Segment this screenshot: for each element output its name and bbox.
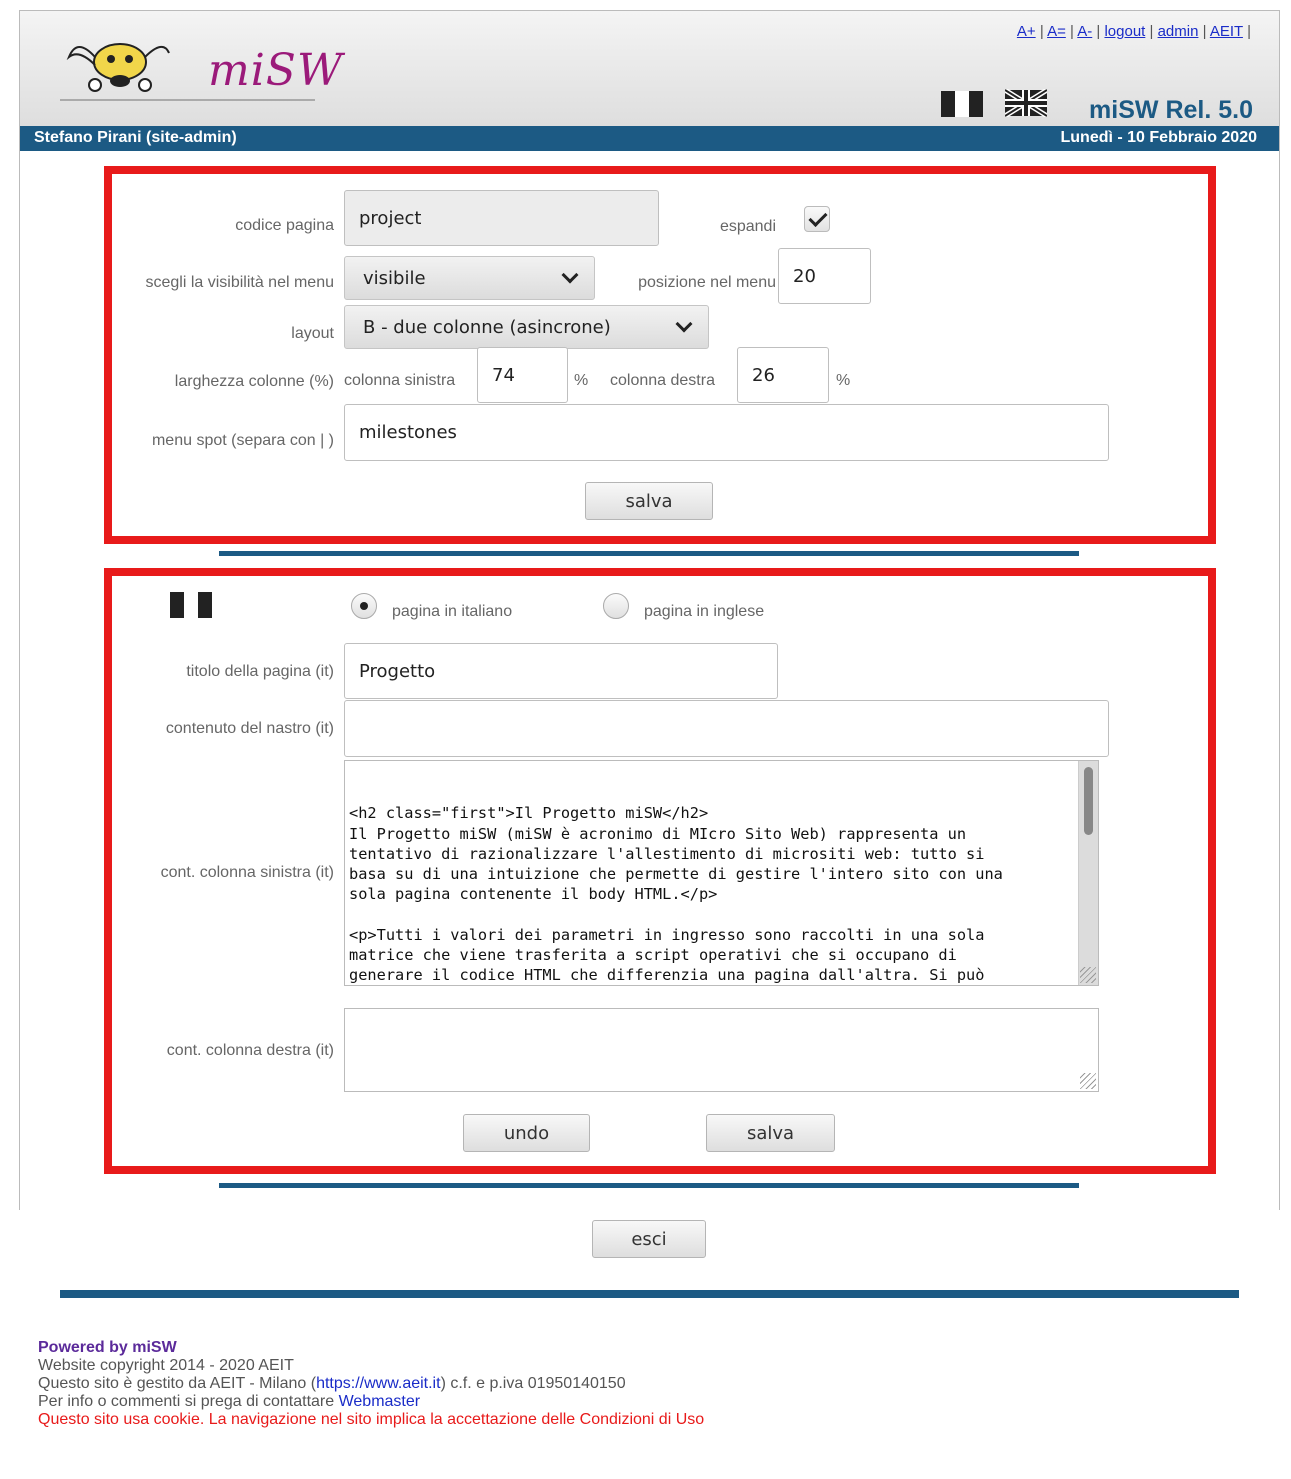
- logout-link[interactable]: logout: [1104, 23, 1145, 40]
- logo-underline: [60, 99, 315, 101]
- uk-flag-icon[interactable]: [1005, 89, 1047, 117]
- release-version: miSW Rel. 5.0: [1089, 96, 1253, 124]
- right-column-percent: %: [836, 372, 851, 389]
- admin-link[interactable]: admin: [1158, 23, 1199, 40]
- page-settings-panel: codice pagina project espandi scegli la …: [104, 166, 1216, 544]
- contact-text: Per info o commenti si prega di contatta…: [38, 1393, 704, 1411]
- italian-page-label: pagina in italiano: [392, 603, 513, 620]
- ribbon-label: contenuto del nastro (it): [165, 720, 334, 737]
- column-width-label: larghezza colonne (%): [174, 373, 334, 390]
- mascot-icon: [66, 43, 170, 92]
- font-decrease-link[interactable]: A-: [1077, 23, 1092, 40]
- contact-prefix: Per info o commenti si prega di contatta…: [38, 1393, 339, 1410]
- left-column-label: colonna sinistra: [344, 372, 456, 389]
- chevron-down-icon: [675, 315, 693, 333]
- english-page-label: pagina in inglese: [644, 603, 765, 620]
- undo-button[interactable]: undo: [463, 1114, 590, 1152]
- visibility-select[interactable]: visibile: [344, 256, 595, 300]
- menu-position-field[interactable]: 20: [778, 248, 871, 304]
- layout-select-value: B - due colonne (asincrone): [363, 316, 611, 338]
- copyright-text: Website copyright 2014 - 2020 AEIT: [38, 1357, 294, 1374]
- resize-grip-icon[interactable]: [1080, 1073, 1096, 1089]
- aeit-link[interactable]: AEIT: [1210, 23, 1243, 40]
- visibility-select-value: visibile: [363, 267, 426, 289]
- powered-by-link[interactable]: Powered by miSW: [38, 1339, 177, 1356]
- page-title-field[interactable]: Progetto: [344, 643, 778, 699]
- visibility-label: scegli la visibilità nel menu: [145, 274, 334, 291]
- resize-grip-icon[interactable]: [1080, 967, 1096, 983]
- footer-divider: [60, 1290, 1239, 1298]
- left-column-percent: %: [574, 372, 589, 389]
- chevron-down-icon: [561, 266, 579, 284]
- ribbon-field[interactable]: [344, 700, 1109, 757]
- cookie-notice: Questo sito usa cookie. La navigazione n…: [38, 1411, 705, 1428]
- webmaster-link[interactable]: Webmaster: [339, 1393, 421, 1410]
- expand-label: espandi: [719, 218, 776, 235]
- user-bar: Stefano Pirani (site-admin) Lunedì - 10 …: [20, 126, 1279, 151]
- site-header: miSW A+ | A= | A- | logout | admin | AEI…: [20, 11, 1279, 126]
- left-content-text: <h2 class="first">Il Progetto miSW</h2> …: [349, 804, 1003, 985]
- right-column-field[interactable]: 26: [737, 347, 829, 403]
- site-logo[interactable]: miSW: [60, 25, 344, 115]
- section-divider: [219, 1183, 1079, 1188]
- right-content-textarea[interactable]: [344, 1008, 1099, 1092]
- save-content-button[interactable]: salva: [706, 1114, 835, 1152]
- layout-select[interactable]: B - due colonne (asincrone): [344, 305, 709, 349]
- page-content-panel: pagina in italiano pagina in inglese tit…: [104, 568, 1216, 1174]
- font-increase-link[interactable]: A+: [1017, 23, 1036, 40]
- save-settings-button[interactable]: salva: [585, 482, 713, 520]
- site-footer: Powered by miSW Website copyright 2014 -…: [38, 1339, 704, 1429]
- managed-suffix: ) c.f. e p.iva 01950140150: [440, 1375, 626, 1392]
- expand-checkbox[interactable]: [804, 206, 830, 232]
- menu-spot-label: menu spot (separa con | ): [151, 432, 334, 449]
- menu-position-label: posizione nel menu: [638, 274, 776, 291]
- english-page-radio[interactable]: [603, 593, 629, 619]
- layout-label: layout: [291, 325, 334, 342]
- menu-spot-field[interactable]: milestones: [344, 404, 1109, 461]
- page-code-field[interactable]: project: [344, 190, 659, 246]
- font-reset-link[interactable]: A=: [1047, 23, 1066, 40]
- italian-flag-icon[interactable]: [941, 91, 983, 117]
- top-links: A+ | A= | A- | logout | admin | AEIT |: [1016, 23, 1251, 40]
- italian-page-radio[interactable]: [351, 593, 377, 619]
- page-code-label: codice pagina: [235, 217, 334, 234]
- page-title-label: titolo della pagina (it): [186, 663, 334, 680]
- managed-prefix: Questo sito è gestito da AEIT - Milano (: [38, 1375, 317, 1392]
- textarea-scrollbar[interactable]: [1078, 761, 1098, 985]
- section-divider: [219, 551, 1079, 556]
- aeit-website-link[interactable]: https://www.aeit.it: [316, 1375, 441, 1392]
- managed-by-text: Questo sito è gestito da AEIT - Milano (…: [38, 1375, 704, 1393]
- right-column-label: colonna destra: [610, 372, 715, 389]
- current-date: Lunedì - 10 Febbraio 2020: [1060, 129, 1258, 146]
- scrollbar-thumb[interactable]: [1084, 767, 1093, 835]
- left-content-textarea[interactable]: <h2 class="first">Il Progetto miSW</h2> …: [344, 760, 1099, 986]
- left-column-field[interactable]: 74: [477, 347, 568, 403]
- current-user: Stefano Pirani (site-admin): [34, 129, 237, 146]
- italian-flag-icon: [170, 592, 212, 618]
- exit-button[interactable]: esci: [592, 1220, 706, 1258]
- right-content-label: cont. colonna destra (it): [166, 1042, 334, 1059]
- logo-text: miSW: [208, 45, 344, 96]
- left-content-label: cont. colonna sinistra (it): [160, 864, 334, 881]
